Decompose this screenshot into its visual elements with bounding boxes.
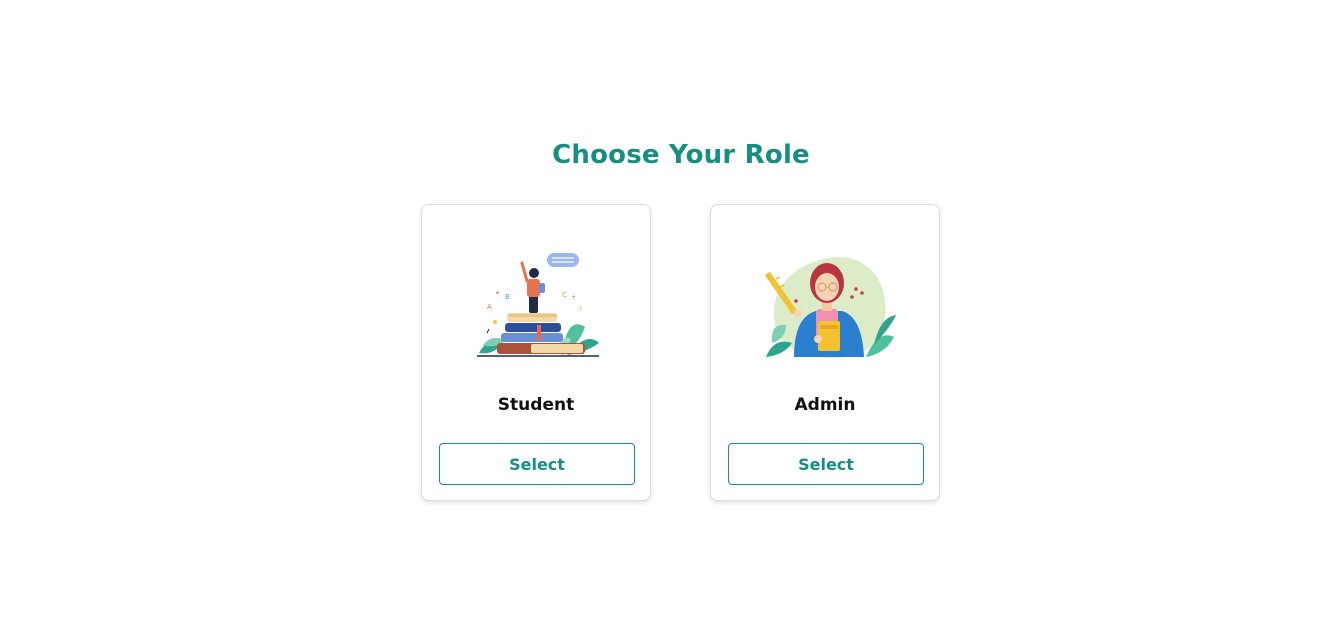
role-card-student: B C + ? A ✦ Student Select — [421, 204, 651, 501]
svg-text:✦: ✦ — [495, 290, 500, 297]
role-name-admin: Admin — [794, 395, 856, 415]
select-admin-button[interactable]: Select — [728, 443, 924, 485]
select-student-button[interactable]: Select — [439, 443, 635, 485]
role-selection-page: Choose Your Role B C + ? A ✦ Student Sel… — [0, 0, 1342, 633]
role-card-admin: Admin Select — [710, 204, 940, 501]
page-title: Choose Your Role — [552, 140, 810, 170]
svg-text:?: ? — [579, 306, 582, 313]
svg-text:B: B — [505, 293, 510, 301]
teacher-with-book-illustration — [765, 257, 896, 359]
role-name-student: Student — [497, 395, 575, 415]
student-books-illustration: B C + ? A ✦ — [477, 253, 599, 357]
svg-text:A: A — [487, 303, 492, 311]
svg-text:C: C — [562, 291, 567, 299]
svg-text:+: + — [571, 294, 576, 301]
